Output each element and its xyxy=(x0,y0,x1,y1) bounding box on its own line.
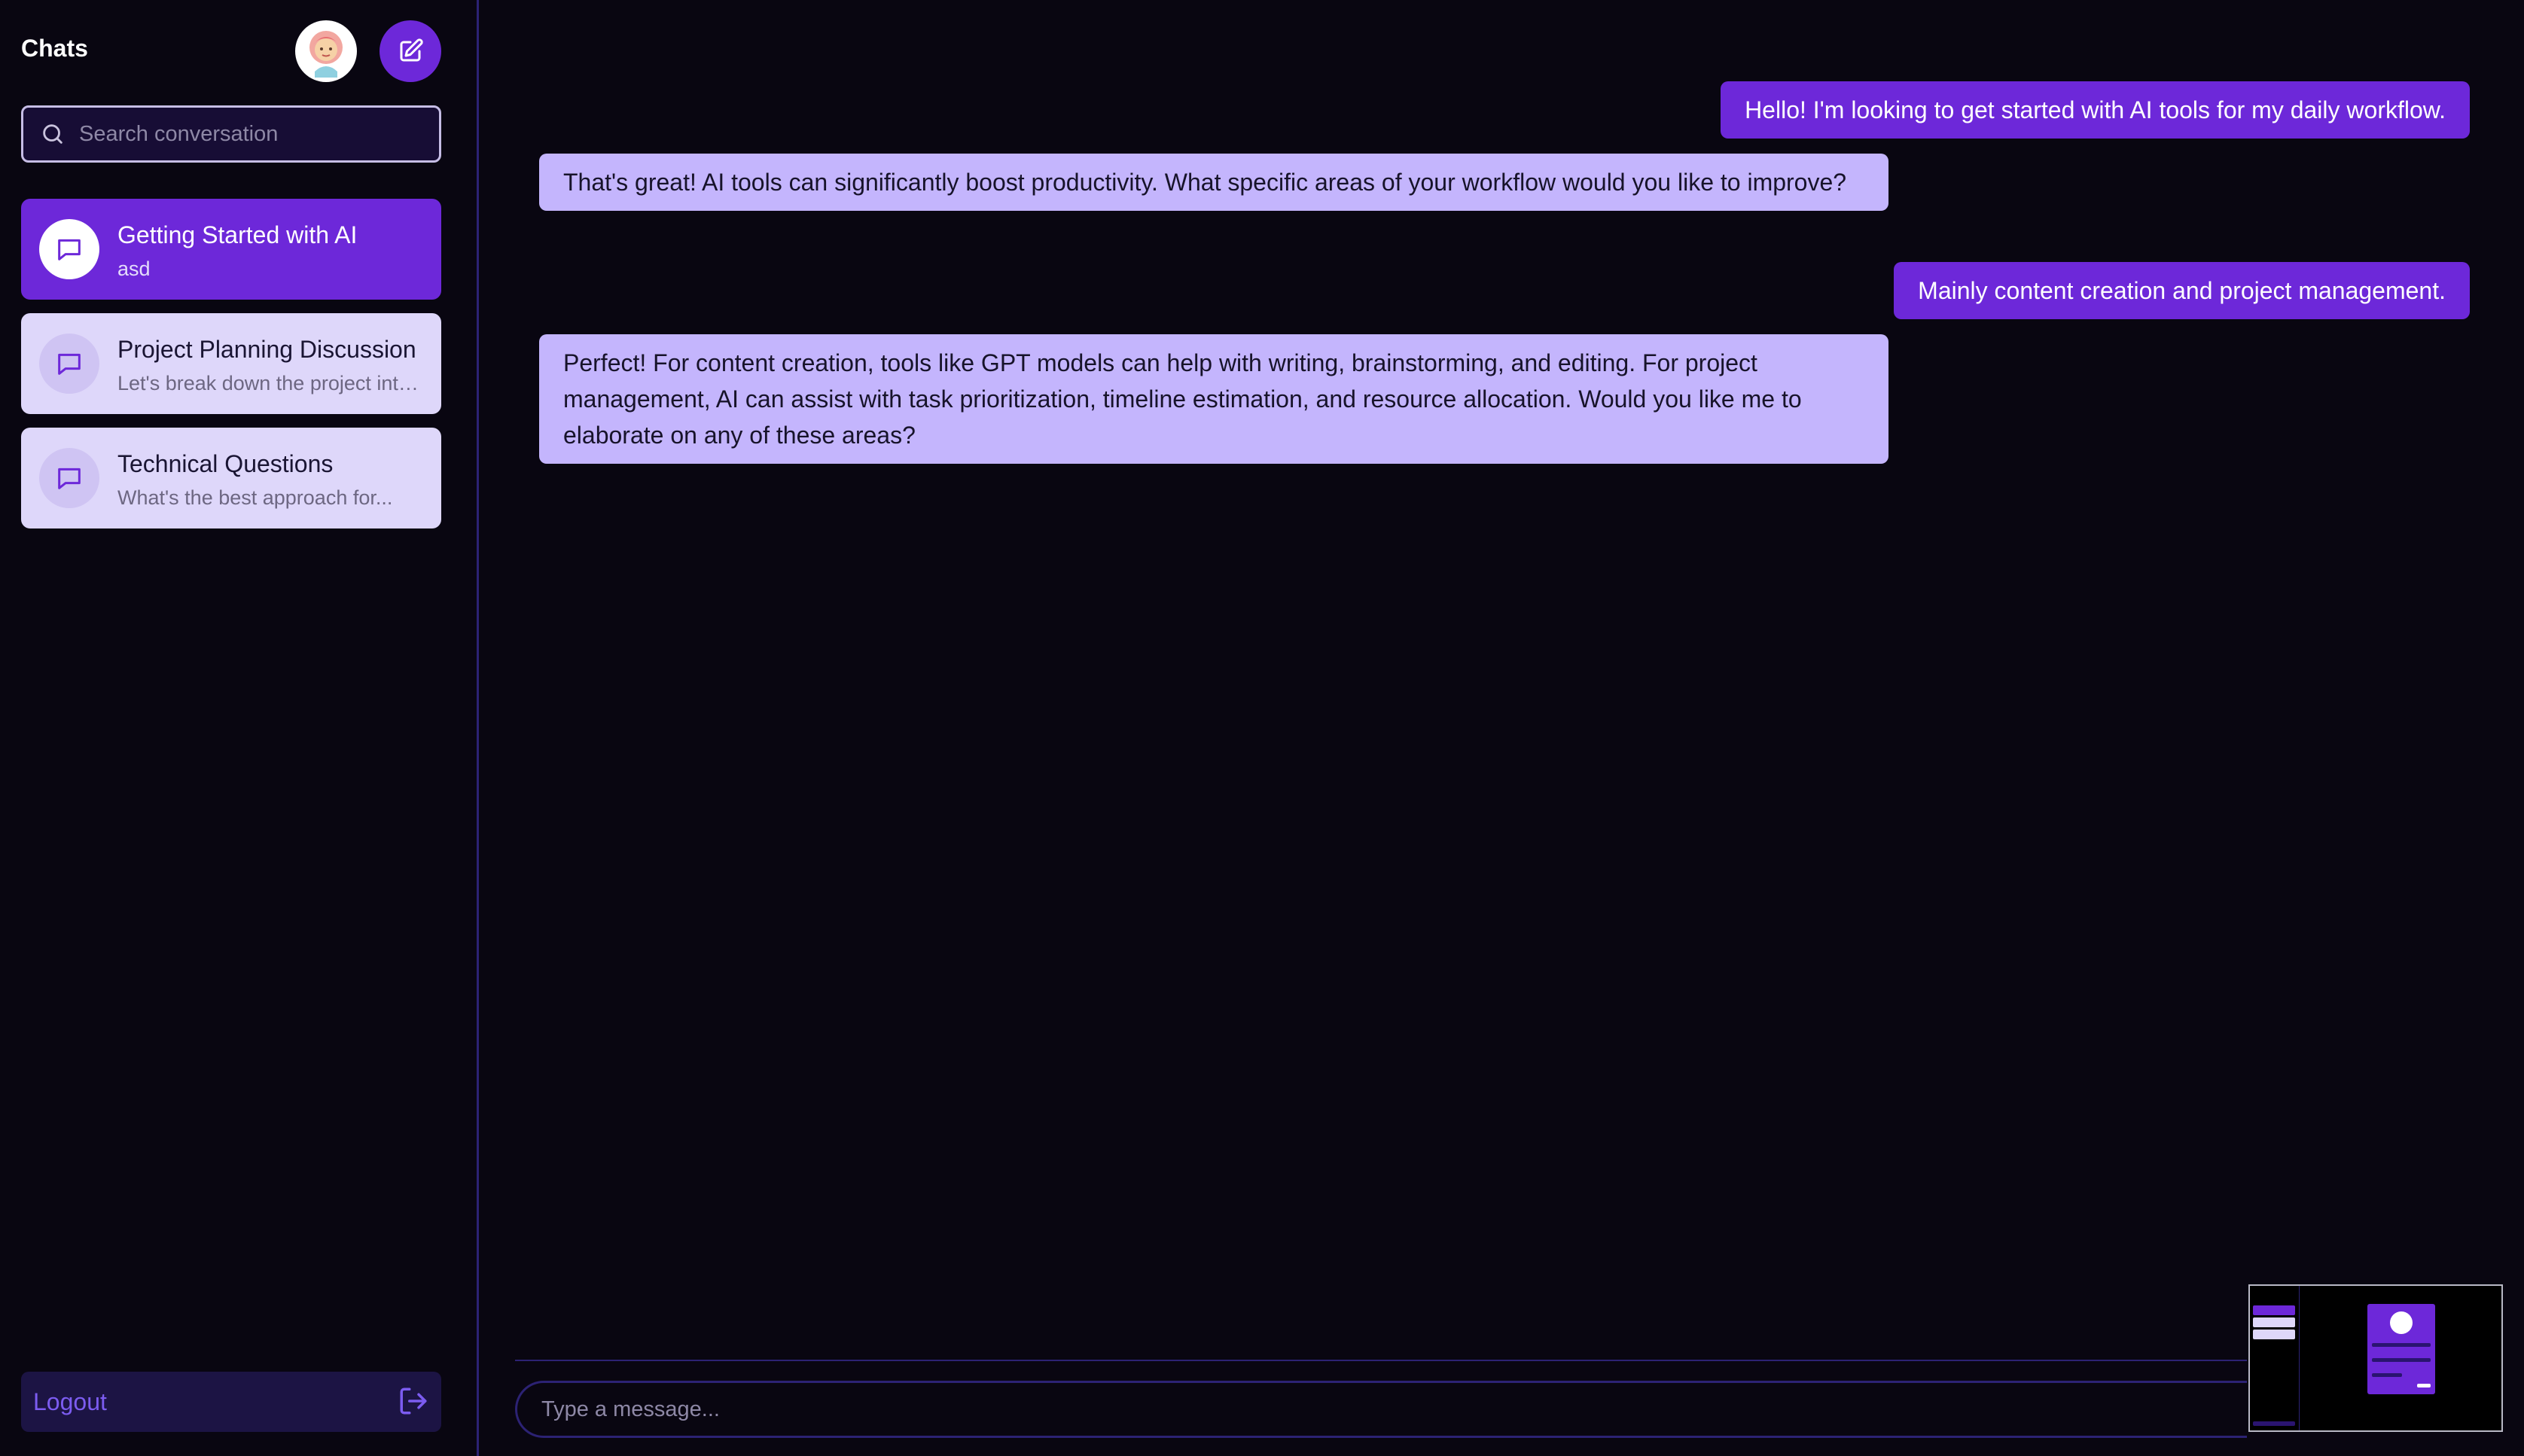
composer-divider xyxy=(515,1360,2247,1361)
search-box xyxy=(21,105,441,163)
sidebar: Chats Search conversation Getting Starte… xyxy=(0,0,479,1456)
thumbnail-item xyxy=(2253,1330,2295,1339)
message-square-icon xyxy=(58,239,81,260)
conversation-title: Getting Started with AI xyxy=(117,221,358,248)
message-user: Hello! I'm looking to get started with A… xyxy=(1721,81,2470,139)
conversation-icon-wrap xyxy=(39,448,99,508)
edit-icon xyxy=(400,38,423,62)
thumbnail-bar xyxy=(2372,1358,2431,1362)
chat-app: Chats Search conversation Getting Starte… xyxy=(0,0,2524,1456)
thumbnail-item xyxy=(2253,1305,2295,1315)
thumbnail-bar xyxy=(2417,1384,2431,1387)
message-composer xyxy=(515,1381,2247,1438)
conversation-item[interactable]: Project Planning Discussion Let's break … xyxy=(21,313,441,414)
conversation-preview: Let's break down the project into phases xyxy=(117,372,426,394)
conversation-item[interactable]: Getting Started with AI asd xyxy=(21,199,441,300)
message-square-icon xyxy=(58,468,81,489)
chat-main: Hello! I'm looking to get started with A… xyxy=(481,0,2524,1456)
conversation-preview: What's the best approach for... xyxy=(117,486,393,509)
search-icon xyxy=(43,124,62,144)
avatar-icon xyxy=(309,31,343,78)
logout-button[interactable]: Logout xyxy=(21,1372,441,1432)
sidebar-title: Chats xyxy=(21,35,88,62)
thumbnail-sidebar xyxy=(2250,1286,2300,1430)
thumbnail-bar xyxy=(2372,1343,2431,1347)
thumbnail-bar xyxy=(2372,1373,2402,1377)
message-user: Mainly content creation and project mana… xyxy=(1894,262,2470,319)
logout-label: Logout xyxy=(33,1388,107,1415)
conversation-icon-wrap xyxy=(39,219,99,279)
thumbnail-item xyxy=(2253,1421,2295,1426)
user-avatar[interactable] xyxy=(295,20,357,82)
message-assistant: That's great! AI tools can significantly… xyxy=(539,154,1888,211)
thumbnail-avatar xyxy=(2390,1311,2413,1334)
conversation-title: Technical Questions xyxy=(117,450,334,477)
thumbnail-card xyxy=(2367,1304,2435,1394)
preview-thumbnail[interactable] xyxy=(2248,1284,2503,1432)
thumbnail-item xyxy=(2253,1317,2295,1327)
message-square-icon xyxy=(58,353,81,375)
message-input[interactable] xyxy=(541,1383,2247,1436)
message-assistant: Perfect! For content creation, tools lik… xyxy=(539,334,1888,464)
conversation-item[interactable]: Technical Questions What's the best appr… xyxy=(21,428,441,528)
search-input[interactable] xyxy=(79,108,439,160)
conversation-title: Project Planning Discussion xyxy=(117,336,416,363)
new-chat-button[interactable] xyxy=(380,20,441,82)
conversation-preview: asd xyxy=(117,257,151,280)
conversation-icon-wrap xyxy=(39,334,99,394)
logout-icon xyxy=(400,1387,427,1415)
